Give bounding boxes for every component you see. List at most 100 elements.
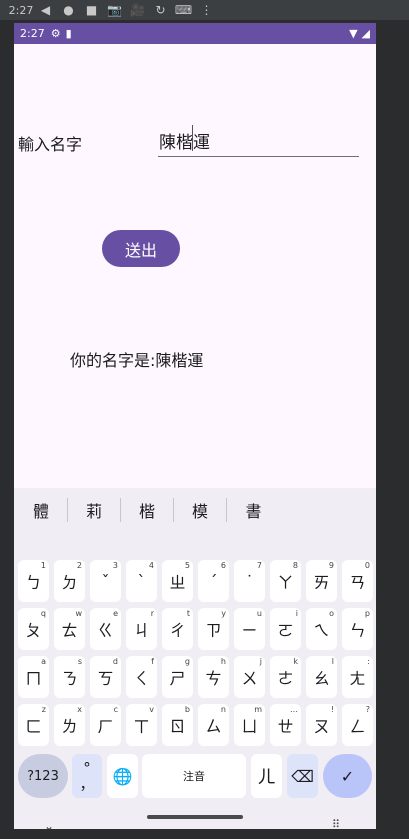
key-symbol: ㄟ	[313, 621, 330, 640]
suggestion-item[interactable]: 模	[174, 498, 227, 522]
suggestion-item[interactable]: 書	[227, 498, 280, 522]
keyboard-key[interactable]: ㄠl	[306, 656, 337, 698]
keyboard-key[interactable]: ㄟo	[306, 608, 337, 650]
key-hint: m	[254, 705, 262, 714]
keyboard-key[interactable]: ㄌx	[54, 704, 85, 746]
camera-icon[interactable]: 📷	[103, 3, 126, 17]
keyboard-key[interactable]: ㄏc	[90, 704, 121, 746]
key-hint: n	[220, 705, 226, 714]
key-hint: :	[367, 657, 370, 666]
keyboard-key[interactable]: ㄘh	[198, 656, 229, 698]
globe-icon[interactable]: 🌐	[107, 754, 138, 798]
key-hint: q	[40, 609, 46, 618]
home-circle-icon[interactable]: ●	[57, 3, 80, 17]
keyboard-key[interactable]: ㄐr	[126, 608, 157, 650]
keyboard-key[interactable]: ㄎd	[90, 656, 121, 698]
key-hint: y	[221, 609, 226, 618]
keyboard-key[interactable]: ㄡ!	[306, 704, 337, 746]
keyboard-key[interactable]: ㄝ…	[270, 704, 301, 746]
keyboard-key[interactable]: ㄇa	[18, 656, 49, 698]
key-hint: c	[113, 705, 118, 714]
keyboard-key[interactable]: ㄨj	[234, 656, 265, 698]
keyboard-icon[interactable]: ⌨	[172, 3, 195, 17]
keyboard-key[interactable]: ㄓ5	[162, 560, 193, 602]
key-symbol: ㄥ	[349, 717, 366, 736]
keyboard-key[interactable]: ㄧu	[234, 608, 265, 650]
overview-square-icon[interactable]: ■	[80, 3, 103, 17]
back-triangle-icon[interactable]: ◀	[34, 3, 57, 17]
key-hint: 4	[148, 561, 154, 570]
keyboard-key[interactable]: ㄔt	[162, 608, 193, 650]
key-symbol: ㄏ	[97, 717, 114, 736]
key-hint: s	[77, 657, 82, 666]
key-hint: p	[364, 609, 370, 618]
key-symbol: ㄕ	[169, 669, 186, 688]
keyboard-key[interactable]: ㄙn	[198, 704, 229, 746]
keyboard-key[interactable]: ㄜk	[270, 656, 301, 698]
key-hint: j	[259, 657, 262, 666]
key-hint: l	[331, 657, 334, 666]
key-hint: e	[113, 609, 118, 618]
key-symbol: ˙	[245, 571, 254, 591]
keyboard-key[interactable]: ㄖb	[162, 704, 193, 746]
suggestion-item[interactable]: 楷	[121, 498, 174, 522]
key-hint: d	[112, 657, 118, 666]
name-input[interactable]	[158, 125, 359, 157]
name-label: 輸入名字	[18, 135, 83, 154]
keyboard-key[interactable]: ˙ 7	[234, 560, 265, 602]
keyboard-switch-icon[interactable]: ⠿	[332, 818, 340, 829]
space-key[interactable]: 注音	[142, 754, 246, 798]
key-symbol: ㄜ	[277, 669, 294, 688]
keyboard-key[interactable]: ㄈz	[18, 704, 49, 746]
submit-button[interactable]: 送出	[102, 230, 180, 267]
key-symbol: ㄩ	[241, 717, 258, 736]
video-icon[interactable]: 🎥	[126, 3, 149, 17]
status-time: 2:27	[20, 27, 45, 40]
enter-check-icon[interactable]: ✓	[323, 754, 372, 798]
suggestion-item[interactable]: 莉	[68, 498, 121, 522]
backspace-icon[interactable]: ⌫	[287, 754, 318, 798]
key-symbol: ㄈ	[25, 717, 42, 736]
key-hint: 0	[364, 561, 370, 570]
keyboard-key[interactable]: ㄚ8	[270, 560, 301, 602]
keyboard-key[interactable]: ㄤ:	[342, 656, 373, 698]
keyboard-key[interactable]: ㄒv	[126, 704, 157, 746]
keyboard-key[interactable]: ㄣp	[342, 608, 373, 650]
keyboard-key[interactable]: ㄋs	[54, 656, 85, 698]
punctuation-key[interactable]: ° ，	[72, 754, 102, 798]
er-key[interactable]: ㄦ	[251, 754, 282, 798]
key-hint: f	[151, 657, 154, 666]
key-symbol: ㄡ	[313, 717, 330, 736]
key-symbol: ㄛ	[277, 621, 294, 640]
keyboard-key[interactable]: ㄅ1	[18, 560, 49, 602]
keyboard-key[interactable]: ㄆq	[18, 608, 49, 650]
status-bar: 2:27 ⚙ ▮ ▼ ◢	[14, 23, 376, 44]
keyboard-key[interactable]: ㄛi	[270, 608, 301, 650]
keyboard-key[interactable]: ㄑf	[126, 656, 157, 698]
key-symbol: ˋ	[137, 571, 146, 591]
key-hint: …	[290, 705, 298, 714]
keyboard-key[interactable]: ㄥ?	[342, 704, 373, 746]
hide-keyboard-icon[interactable]: ⌄	[44, 819, 54, 829]
symbols-mode-key[interactable]: ?123	[18, 754, 68, 798]
keyboard-key[interactable]: ㄗy	[198, 608, 229, 650]
keyboard-key[interactable]: ˋ4	[126, 560, 157, 602]
keyboard: 體 莉 楷 模 書 ㄅ 1 ㄉ 2 ˇ 3 ˋ 4 ㄓ 5 ˊ 6 ˙ 7 ㄚ 8 ㄞ 9 ㄢ 0 ㄆ q ㄊ w ㄍ e ㄐ r ㄔ t…	[14, 488, 376, 829]
key-hint: z	[41, 705, 46, 714]
signal-icon: ◢	[361, 27, 370, 40]
keyboard-key[interactable]: ㄩm	[234, 704, 265, 746]
rotate-icon[interactable]: ↻	[149, 3, 172, 17]
keyboard-key[interactable]: ㄊw	[54, 608, 85, 650]
keyboard-key[interactable]: ㄞ9	[306, 560, 337, 602]
keyboard-key[interactable]: ㄍe	[90, 608, 121, 650]
key-symbol: ㄊ	[61, 621, 78, 640]
suggestion-item[interactable]: 體	[15, 498, 68, 522]
keyboard-key[interactable]: ㄕg	[162, 656, 193, 698]
key-symbol: ˊ	[209, 571, 218, 591]
keyboard-key[interactable]: ㄢ0	[342, 560, 373, 602]
keyboard-key[interactable]: ㄉ2	[54, 560, 85, 602]
keyboard-key[interactable]: ˊ6	[198, 560, 229, 602]
more-icon[interactable]: ⋮	[195, 3, 218, 17]
gesture-home-bar[interactable]	[147, 815, 243, 819]
keyboard-key[interactable]: ˇ3	[90, 560, 121, 602]
